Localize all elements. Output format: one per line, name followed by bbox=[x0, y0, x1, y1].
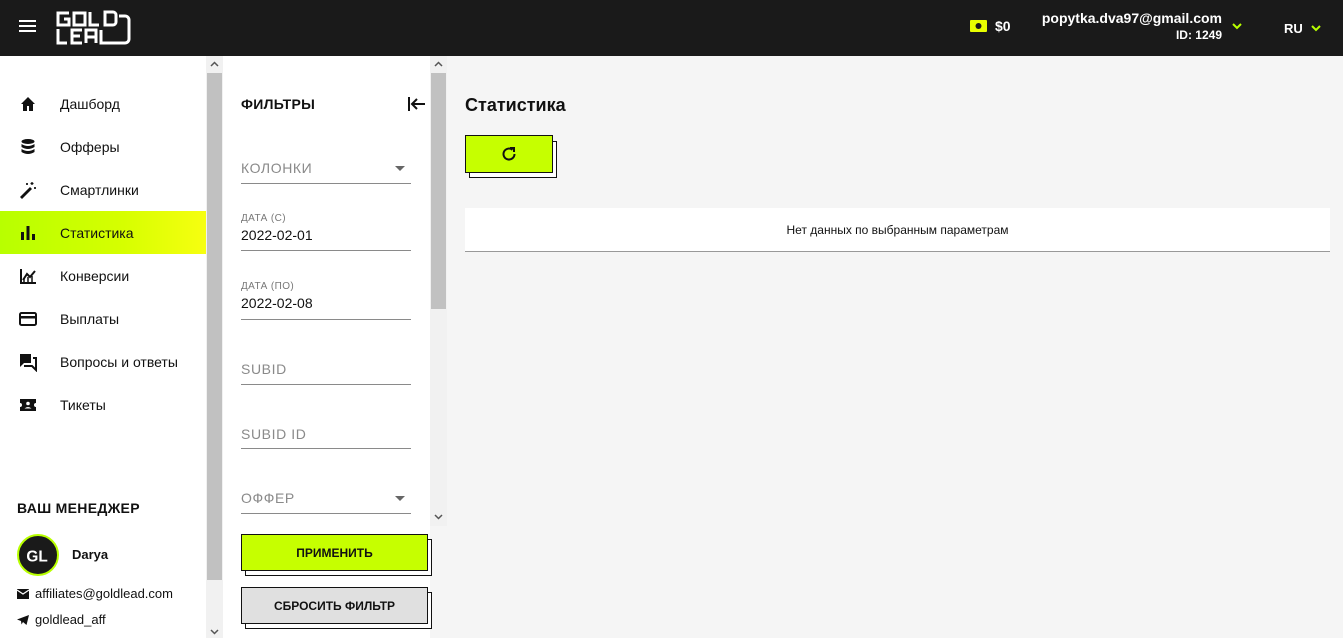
ticket-icon bbox=[20, 399, 36, 411]
subid-placeholder: SUBID bbox=[241, 361, 287, 377]
top-bar: $0 popytka.dva97@gmail.com ID: 1249 RU bbox=[0, 0, 1343, 56]
date-from-value: 2022-02-01 bbox=[241, 227, 313, 243]
sidebar-item-payouts[interactable]: Выплаты bbox=[0, 297, 206, 340]
sidebar-item-conversions[interactable]: Конверсии bbox=[0, 254, 206, 297]
apply-button[interactable]: ПРИМЕНИТЬ bbox=[241, 534, 428, 571]
sidebar-item-label: Дашборд bbox=[60, 95, 120, 112]
dropdown-caret-icon bbox=[395, 166, 405, 171]
cash-icon bbox=[970, 20, 987, 32]
sidebar-item-label: Статистика bbox=[60, 224, 134, 241]
apply-button-group: ПРИМЕНИТЬ bbox=[241, 534, 432, 576]
subid-input[interactable]: SUBID bbox=[241, 361, 411, 385]
sidebar-item-label: Тикеты bbox=[60, 396, 106, 413]
trend-chart-icon bbox=[20, 269, 36, 284]
telegram-icon bbox=[17, 614, 29, 625]
faq-icon bbox=[20, 354, 37, 372]
manager-name: Darya bbox=[72, 547, 109, 562]
empty-message: Нет данных по выбранным параметрам bbox=[786, 222, 1009, 237]
statistics-table-empty: Нет данных по выбранным параметрам bbox=[465, 208, 1330, 252]
sidebar-item-smartlinks[interactable]: Смартлинки bbox=[0, 168, 206, 211]
sidebar-item-label: Выплаты bbox=[60, 310, 120, 327]
goldlead-logo[interactable] bbox=[55, 10, 135, 46]
main-content: Статистика Нет данных по выбранным парам… bbox=[447, 56, 1343, 638]
sidebar: Дашборд Офферы Смартлинки Статистика Кон… bbox=[0, 56, 206, 638]
sidebar-scrollbar[interactable] bbox=[206, 56, 223, 638]
date-from-label: ДАТА (С) bbox=[241, 213, 286, 224]
chevron-down-icon[interactable] bbox=[1232, 21, 1242, 31]
refresh-button[interactable] bbox=[465, 135, 553, 173]
sidebar-item-label: Смартлинки bbox=[60, 181, 139, 198]
sidebar-item-label: Конверсии bbox=[60, 267, 130, 284]
sidebar-item-label: Офферы bbox=[60, 138, 120, 155]
date-from-field[interactable]: ДАТА (С) 2022-02-01 bbox=[241, 213, 411, 251]
scroll-up-arrow-icon[interactable] bbox=[433, 59, 444, 70]
columns-placeholder: КОЛОНКИ bbox=[241, 160, 313, 176]
scroll-down-arrow-icon[interactable] bbox=[209, 626, 220, 637]
hamburger-menu-icon[interactable] bbox=[16, 17, 40, 39]
sidebar-item-dashboard[interactable]: Дашборд bbox=[0, 82, 206, 125]
scroll-down-arrow-icon[interactable] bbox=[433, 511, 444, 522]
manager-avatar: GL bbox=[17, 534, 59, 576]
manager-telegram[interactable]: goldlead_aff bbox=[17, 612, 106, 627]
filters-scrollbar[interactable] bbox=[430, 56, 447, 526]
filters-panel: ФИЛЬТРЫ КОЛОНКИ ДАТА (С) 2022-02-01 ДАТА… bbox=[223, 56, 432, 638]
reset-filter-button[interactable]: СБРОСИТЬ ФИЛЬТР bbox=[241, 587, 428, 624]
page-title: Статистика bbox=[465, 95, 566, 115]
user-email: popytka.dva97@gmail.com bbox=[1041, 10, 1222, 26]
database-icon bbox=[21, 139, 35, 154]
filters-title: ФИЛЬТРЫ bbox=[241, 96, 316, 112]
balance-amount: $0 bbox=[995, 18, 1011, 34]
bar-chart-icon bbox=[21, 226, 35, 240]
chevron-down-icon[interactable] bbox=[1311, 23, 1321, 33]
collapse-panel-icon[interactable] bbox=[407, 95, 427, 113]
date-to-field[interactable]: ДАТА (ПО) 2022-02-08 bbox=[241, 281, 411, 320]
reset-button-group: СБРОСИТЬ ФИЛЬТР bbox=[241, 587, 432, 629]
sidebar-item-offers[interactable]: Офферы bbox=[0, 125, 206, 168]
refresh-icon bbox=[502, 147, 516, 161]
magic-wand-icon bbox=[20, 182, 36, 199]
subid-id-input[interactable]: SUBID ID bbox=[241, 426, 411, 449]
date-to-label: ДАТА (ПО) bbox=[241, 281, 295, 292]
date-to-value: 2022-02-08 bbox=[241, 295, 313, 311]
sidebar-item-label: Вопросы и ответы bbox=[60, 353, 178, 370]
credit-card-icon bbox=[19, 312, 37, 326]
mail-icon bbox=[17, 588, 29, 599]
scrollbar-thumb[interactable] bbox=[431, 73, 446, 309]
sidebar-item-tickets[interactable]: Тикеты bbox=[0, 383, 206, 426]
sidebar-item-faq[interactable]: Вопросы и ответы bbox=[0, 340, 206, 383]
scrollbar-thumb[interactable] bbox=[207, 73, 222, 580]
svg-text:GL: GL bbox=[26, 548, 47, 565]
columns-select[interactable]: КОЛОНКИ bbox=[241, 160, 411, 184]
dropdown-caret-icon bbox=[395, 496, 405, 501]
user-account[interactable]: popytka.dva97@gmail.com ID: 1249 bbox=[1030, 10, 1222, 44]
home-icon bbox=[21, 97, 35, 111]
offer-select[interactable]: ОФФЕР bbox=[241, 490, 411, 514]
scroll-up-arrow-icon[interactable] bbox=[209, 59, 220, 70]
refresh-button-group bbox=[465, 135, 557, 178]
user-id: ID: 1249 bbox=[1175, 28, 1222, 42]
language-selector[interactable]: RU bbox=[1284, 21, 1303, 36]
balance[interactable]: $0 bbox=[970, 18, 1011, 34]
sidebar-item-statistics[interactable]: Статистика bbox=[0, 211, 206, 254]
offer-placeholder: ОФФЕР bbox=[241, 490, 295, 506]
subid-id-placeholder: SUBID ID bbox=[241, 426, 307, 442]
manager-section-title: ВАШ МЕНЕДЖЕР bbox=[17, 500, 140, 516]
manager-email[interactable]: affiliates@goldlead.com bbox=[17, 586, 173, 601]
manager-email-text: affiliates@goldlead.com bbox=[35, 586, 173, 601]
manager-telegram-text: goldlead_aff bbox=[35, 612, 106, 627]
